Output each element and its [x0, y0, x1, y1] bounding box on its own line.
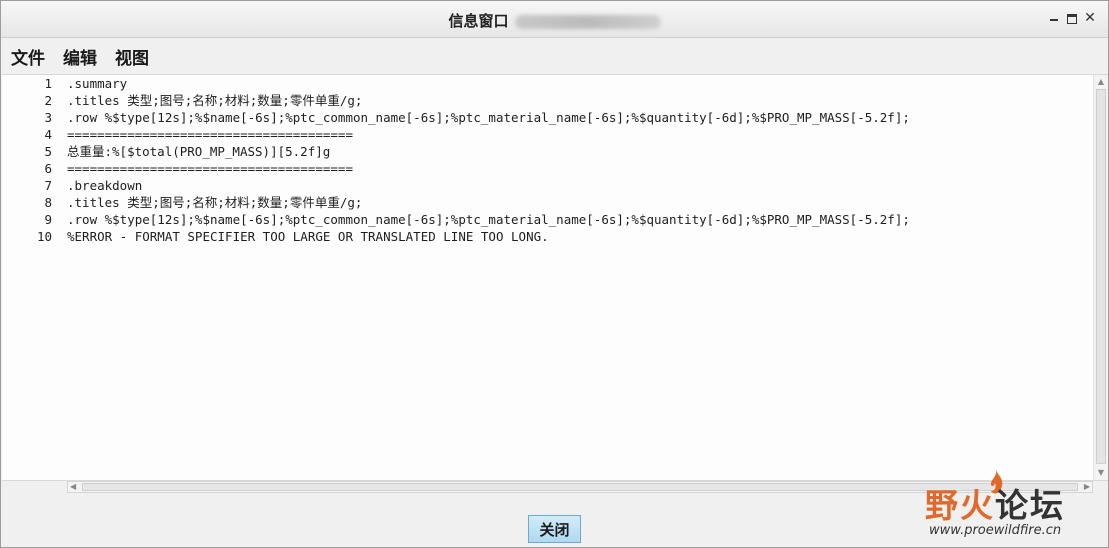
vertical-scroll-thumb[interactable] — [1096, 89, 1106, 464]
line-number: 4 — [44, 127, 52, 142]
forum-watermark: 野火论坛 www.proewildfire.cn — [919, 469, 1099, 545]
line-number: 7 — [44, 178, 52, 193]
line-number: 1 — [44, 76, 52, 91]
window-controls: ✕ — [1048, 11, 1096, 25]
editor-line: 10 %ERROR - FORMAT SPECIFIER TOO LARGE OR… — [2, 228, 1092, 245]
editor-line: 5 总重量:%[$total(PRO_MP_MASS)][5.2f]g — [2, 143, 1092, 160]
editor-line: 1 .summary — [2, 75, 1092, 92]
line-number: 5 — [44, 144, 52, 159]
close-button[interactable]: 关闭 — [528, 515, 581, 543]
menu-file[interactable]: 文件 — [11, 44, 45, 69]
line-text: .titles 类型;图号;名称;材料;数量;零件单重/g; — [67, 195, 363, 210]
line-text: .summary — [67, 76, 128, 91]
line-text: .titles 类型;图号;名称;材料;数量;零件单重/g; — [67, 93, 363, 108]
watermark-title-part2: 论坛 — [995, 486, 1065, 525]
menu-edit[interactable]: 编辑 — [63, 44, 97, 69]
line-number: 8 — [44, 195, 52, 210]
watermark-title-part1: 野火 — [925, 486, 995, 525]
line-text: .row %$type[12s];%$name[-6s];%ptc_common… — [67, 110, 910, 125]
line-text: ====================================== — [67, 161, 353, 176]
editor-line: 8 .titles 类型;图号;名称;材料;数量;零件单重/g; — [2, 194, 1092, 211]
maximize-icon[interactable] — [1066, 12, 1078, 24]
vertical-scrollbar[interactable]: ▲ ▼ — [1093, 75, 1108, 480]
title-redacted-blur — [514, 14, 661, 29]
editor-line: 7 .breakdown — [2, 177, 1092, 194]
editor-line: 6 ====================================== — [2, 160, 1092, 177]
line-number: 2 — [44, 93, 52, 108]
title-bar[interactable]: 信息窗口 ✕ — [1, 1, 1108, 38]
editor-line: 9 .row %$type[12s];%$name[-6s];%ptc_commo… — [2, 211, 1092, 228]
info-window: 信息窗口 ✕ 文件 编辑 视图 1 .summary 2 .titles 类型;图号… — [0, 0, 1109, 548]
editor-lines: 1 .summary 2 .titles 类型;图号;名称;材料;数量;零件单重/g… — [2, 75, 1092, 245]
watermark-url: www.proewildfire.cn — [929, 523, 1062, 538]
editor-line: 3 .row %$type[12s];%$name[-6s];%ptc_commo… — [2, 109, 1092, 126]
watermark-title: 野火论坛 — [925, 479, 1065, 527]
minimize-icon[interactable] — [1048, 12, 1060, 24]
line-text: .breakdown — [67, 178, 143, 193]
line-number: 6 — [44, 161, 52, 176]
text-editor[interactable]: 1 .summary 2 .titles 类型;图号;名称;材料;数量;零件单重/g… — [2, 74, 1108, 481]
editor-line: 2 .titles 类型;图号;名称;材料;数量;零件单重/g; — [2, 92, 1092, 109]
line-number: 9 — [44, 212, 52, 227]
window-title-area: 信息窗口 — [1, 10, 1108, 31]
line-number: 10 — [36, 229, 52, 244]
close-icon[interactable]: ✕ — [1084, 11, 1096, 25]
menu-view[interactable]: 视图 — [115, 44, 149, 69]
editor-line: 4 ====================================== — [2, 126, 1092, 143]
line-text: .row %$type[12s];%$name[-6s];%ptc_common… — [67, 212, 910, 227]
scroll-left-icon[interactable]: ◀ — [68, 482, 78, 492]
line-number: 3 — [44, 110, 52, 125]
line-text: %ERROR - FORMAT SPECIFIER TOO LARGE OR T… — [67, 229, 549, 244]
window-title: 信息窗口 — [448, 12, 509, 30]
line-text: 总重量:%[$total(PRO_MP_MASS)][5.2f]g — [67, 144, 331, 159]
scroll-up-icon[interactable]: ▲ — [1096, 77, 1106, 87]
line-text: ====================================== — [67, 127, 353, 142]
menu-bar: 文件 编辑 视图 — [1, 38, 1108, 74]
